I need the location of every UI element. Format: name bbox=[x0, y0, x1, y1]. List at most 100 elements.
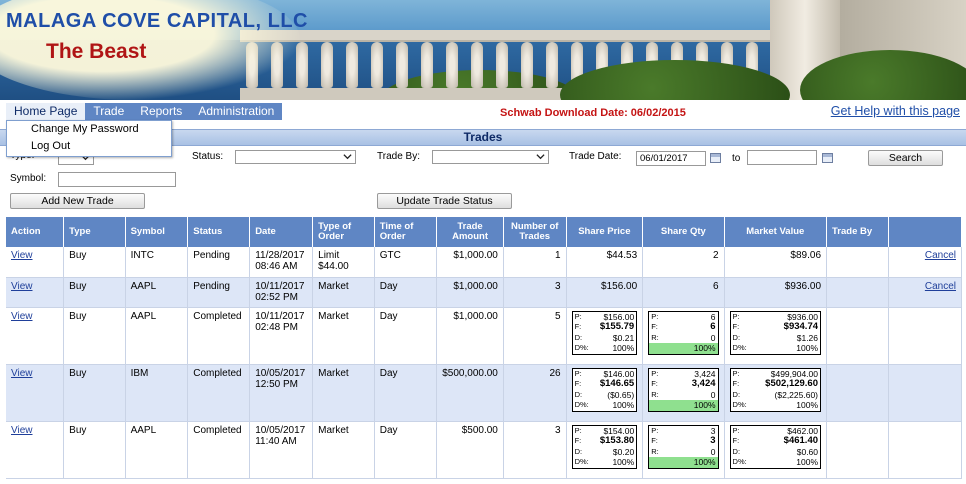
col-header[interactable]: Status bbox=[187, 217, 251, 247]
box-row: D%: 100% bbox=[731, 400, 820, 411]
view-link[interactable]: View bbox=[11, 311, 33, 322]
box-row: D: $0.20 bbox=[573, 447, 637, 458]
calendar-icon[interactable] bbox=[822, 153, 833, 163]
share-qty: 2 bbox=[712, 250, 719, 261]
search-button[interactable]: Search bbox=[868, 150, 943, 166]
box-value: 100% bbox=[693, 343, 716, 353]
box-label: F: bbox=[574, 322, 582, 331]
status-select[interactable] bbox=[235, 150, 356, 164]
col-header[interactable]: Symbol bbox=[125, 217, 189, 247]
status: Pending bbox=[193, 250, 230, 261]
trade-amount: $1,000.00 bbox=[453, 280, 498, 292]
trade-date: 10/11/2017 bbox=[255, 280, 305, 292]
box-label: F: bbox=[732, 379, 740, 388]
box-row: D: ($0.65) bbox=[573, 390, 637, 401]
time-of-order: Day bbox=[379, 367, 398, 379]
col-header[interactable]: Date bbox=[249, 217, 314, 247]
box-value: $1.26 bbox=[796, 332, 819, 343]
home-page-dropdown: Change My Password Log Out bbox=[6, 120, 172, 157]
box-value: 100% bbox=[693, 400, 716, 410]
qty-progress-bar: 100% bbox=[649, 457, 718, 468]
order-type: Limit bbox=[318, 250, 340, 261]
view-link[interactable]: View bbox=[11, 250, 33, 261]
trade-date-from-input[interactable]: 06/01/2017 bbox=[636, 151, 706, 166]
table-row: View Buy IBM Completed 10/05/2017 12:50 PM Mar… bbox=[6, 364, 963, 422]
time-of-order: Day bbox=[379, 280, 398, 292]
col-header[interactable]: Market Value bbox=[724, 217, 828, 247]
nav-reports[interactable]: Reports bbox=[132, 103, 190, 120]
add-new-trade-button[interactable]: Add New Trade bbox=[10, 193, 145, 209]
trade-amount: $1,000.00 bbox=[453, 310, 498, 322]
view-link[interactable]: View bbox=[11, 281, 33, 292]
market-value-box: P: $499,904.00 F: $502,129.60 D: ($2,225.60) D… bbox=[729, 367, 822, 412]
nav-home-page[interactable]: Home Page bbox=[6, 103, 86, 120]
col-header[interactable]: Trade Amount bbox=[436, 217, 504, 247]
table-row: View Buy AAPL Pending 10/11/2017 02:52 PM Mark… bbox=[6, 277, 963, 308]
col-header[interactable]: Type bbox=[63, 217, 126, 247]
box-row: R: 0 bbox=[649, 390, 717, 401]
symbol: AAPL bbox=[130, 424, 157, 436]
col-header[interactable]: Number of Trades bbox=[503, 217, 567, 247]
banner-baluster bbox=[321, 42, 333, 88]
box-value: $502,129.60 bbox=[765, 378, 819, 389]
trade-date-to-input[interactable] bbox=[747, 150, 817, 165]
market-value-box: P: $936.00 F: $934.74 D: $1.26 D%: 100% bbox=[729, 310, 822, 355]
box-value: $153.80 bbox=[599, 435, 635, 446]
trade-type: Buy bbox=[69, 250, 87, 261]
box-value: $146.65 bbox=[599, 378, 635, 389]
share-qty-box: P: 3 F: 3 R: 0 100% bbox=[648, 424, 719, 469]
box-value: $155.79 bbox=[599, 321, 635, 332]
box-row: D%: 100% bbox=[731, 343, 820, 354]
trade-date: 10/05/2017 bbox=[255, 424, 306, 436]
trade-amount: $1,000.00 bbox=[453, 250, 498, 261]
cancel-link[interactable]: Cancel bbox=[925, 281, 956, 292]
box-row: F: $934.74 bbox=[731, 321, 820, 333]
box-label: D: bbox=[574, 389, 583, 399]
view-link[interactable]: View bbox=[11, 368, 33, 379]
table-row: View Buy AAPL Completed 10/05/2017 11:40 AM Ma… bbox=[6, 421, 963, 479]
box-row: D: $0.21 bbox=[573, 333, 637, 344]
box-label: P: bbox=[732, 368, 740, 378]
trade-by-select[interactable] bbox=[432, 150, 549, 164]
cancel-link[interactable]: Cancel bbox=[925, 250, 956, 261]
col-header[interactable]: Type of Order bbox=[312, 217, 375, 247]
banner-baluster bbox=[346, 42, 358, 88]
trade-time: 02:52 PM bbox=[255, 291, 298, 303]
status: Pending bbox=[193, 280, 230, 292]
col-header[interactable]: Share Qty bbox=[642, 217, 725, 247]
nav-administration[interactable]: Administration bbox=[190, 103, 282, 120]
market-value: $936.00 bbox=[784, 280, 822, 292]
box-value: $0.21 bbox=[612, 332, 635, 343]
menu-change-password[interactable]: Change My Password bbox=[7, 121, 171, 138]
company-name: MALAGA COVE CAPITAL, LLC bbox=[6, 10, 308, 32]
box-label: F: bbox=[732, 436, 740, 445]
col-header[interactable]: Time of Order bbox=[374, 217, 438, 247]
box-row: R: 0 bbox=[649, 447, 717, 458]
box-row: F: $155.79 bbox=[573, 321, 637, 333]
box-value: 100% bbox=[612, 343, 635, 353]
trade-date: 10/11/2017 bbox=[255, 310, 305, 322]
box-label: D%: bbox=[574, 400, 589, 409]
symbol-input[interactable] bbox=[58, 172, 176, 187]
calendar-icon[interactable] bbox=[710, 153, 721, 163]
col-header[interactable]: Share Price bbox=[566, 217, 644, 247]
update-trade-status-button[interactable]: Update Trade Status bbox=[377, 193, 512, 209]
nav-trade[interactable]: Trade bbox=[85, 103, 132, 120]
box-row: D%: 100% bbox=[573, 457, 637, 468]
view-link[interactable]: View bbox=[11, 425, 33, 436]
qty-progress-bar: 100% bbox=[649, 400, 718, 411]
col-header[interactable]: Trade By bbox=[826, 217, 889, 247]
time-of-order: Day bbox=[379, 310, 398, 322]
menu-log-out[interactable]: Log Out bbox=[7, 138, 171, 155]
trade-type: Buy bbox=[69, 280, 87, 292]
box-label: D%: bbox=[574, 457, 589, 466]
box-label: D: bbox=[732, 446, 741, 456]
trade-time: 02:48 PM bbox=[255, 321, 298, 333]
col-header[interactable]: Action bbox=[6, 217, 65, 247]
box-row: F: $153.80 bbox=[573, 435, 637, 447]
box-label: P: bbox=[732, 425, 740, 435]
table-header-row: Action Type Symbol Status Date Type of O… bbox=[6, 217, 963, 247]
share-qty: 6 bbox=[712, 280, 719, 292]
share-price: $156.00 bbox=[601, 280, 638, 292]
help-link[interactable]: Get Help with this page bbox=[831, 104, 960, 118]
